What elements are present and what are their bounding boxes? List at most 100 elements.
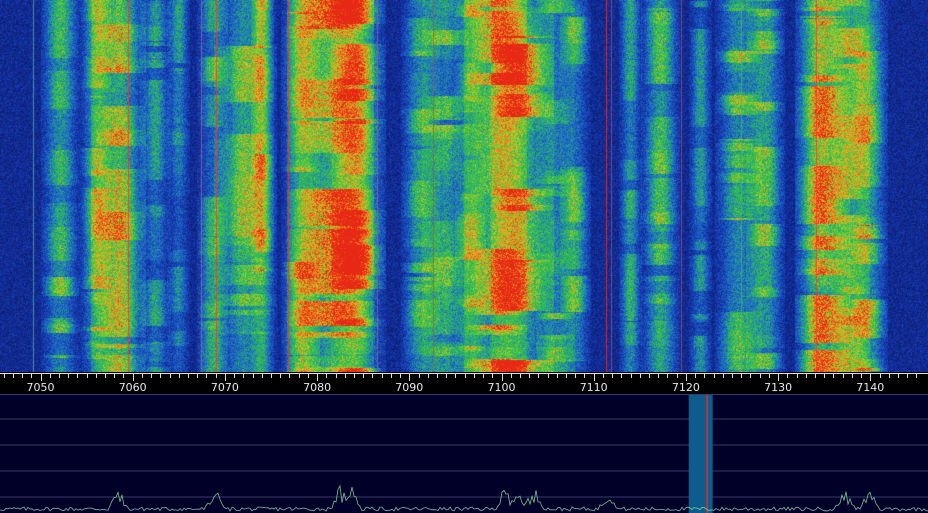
axis-tick: [695, 374, 696, 378]
axis-tick: [824, 374, 825, 378]
tick-label-7120: 7120: [671, 381, 700, 394]
axis-tick: [225, 374, 226, 381]
axis-tick: [714, 374, 715, 378]
axis-tick: [31, 374, 32, 378]
axis-tick: [612, 374, 613, 378]
tick-label-7090: 7090: [395, 381, 424, 394]
axis-tick: [170, 374, 171, 378]
axis-tick: [41, 374, 42, 381]
axis-tick: [299, 374, 300, 378]
axis-tick: [419, 374, 420, 378]
axis-tick: [474, 374, 475, 378]
axis-tick: [511, 374, 512, 378]
axis-tick: [188, 374, 189, 378]
axis-tick: [704, 374, 705, 378]
tick-label-7100: 7100: [487, 381, 516, 394]
axis-tick: [400, 374, 401, 378]
axis-tick: [667, 374, 668, 378]
spectrum-grid: [0, 418, 928, 498]
axis-tick: [852, 374, 853, 378]
axis-tick: [575, 374, 576, 378]
axis-tick: [216, 374, 217, 378]
axis-tick: [197, 374, 198, 378]
axis-tick: [133, 374, 134, 381]
axis-tick: [649, 374, 650, 378]
axis-tick: [179, 374, 180, 378]
axis-tick: [732, 374, 733, 378]
tick-label-7060: 7060: [118, 381, 147, 394]
axis-tick: [50, 374, 51, 378]
axis-tick: [382, 374, 383, 378]
frequency-axis[interactable]: 7050 7060 7070 7080 7090 7100 7110 7120 …: [0, 372, 928, 395]
tick-label-7050: 7050: [26, 381, 55, 394]
axis-tick: [898, 374, 899, 378]
axis-tick: [594, 374, 595, 381]
axis-tick: [520, 374, 521, 378]
axis-tick: [907, 374, 908, 378]
axis-tick: [603, 374, 604, 378]
axis-tick: [409, 374, 410, 381]
axis-tick: [317, 374, 318, 381]
axis-tick: [870, 374, 871, 381]
axis-tick: [234, 374, 235, 378]
axis-tick: [750, 374, 751, 378]
axis-tick: [363, 374, 364, 378]
spectrum-panel[interactable]: [0, 394, 928, 513]
tick-label-7070: 7070: [210, 381, 239, 394]
axis-tick: [114, 374, 115, 378]
axis-tick: [345, 374, 346, 378]
spectrum-trace: [0, 484, 928, 512]
axis-tick: [87, 374, 88, 378]
axis-tick: [769, 374, 770, 378]
axis-tick: [861, 374, 862, 378]
axis-tick: [271, 374, 272, 378]
axis-tick: [880, 374, 881, 378]
axis-tick: [243, 374, 244, 378]
axis-tick: [566, 374, 567, 378]
axis-tick: [723, 374, 724, 378]
axis-tick: [437, 374, 438, 378]
tick-label-7130: 7130: [764, 381, 793, 394]
axis-tick: [4, 374, 5, 378]
axis-tick: [280, 374, 281, 378]
axis-tick: [105, 374, 106, 378]
axis-tick: [123, 374, 124, 378]
axis-tick: [677, 374, 678, 378]
axis-tick: [833, 374, 834, 378]
axis-tick: [372, 374, 373, 378]
axis-tick: [483, 374, 484, 378]
axis-tick: [354, 374, 355, 378]
axis-tick: [631, 374, 632, 378]
axis-tick: [59, 374, 60, 378]
axis-tick: [308, 374, 309, 378]
axis-tick: [843, 374, 844, 378]
axis-tick: [621, 374, 622, 378]
axis-tick: [787, 374, 788, 378]
axis-tick: [160, 374, 161, 378]
axis-tick: [455, 374, 456, 378]
axis-tick: [778, 374, 779, 381]
axis-tick: [336, 374, 337, 378]
tick-label-7080: 7080: [303, 381, 332, 394]
axis-tick: [806, 374, 807, 378]
axis-tick: [262, 374, 263, 378]
axis-tick: [142, 374, 143, 378]
axis-tick: [557, 374, 558, 378]
axis-tick: [538, 374, 539, 378]
axis-tick: [797, 374, 798, 378]
axis-tick: [492, 374, 493, 378]
axis-tick: [584, 374, 585, 378]
axis-tick: [686, 374, 687, 381]
axis-tick: [916, 374, 917, 378]
axis-line: [0, 373, 928, 374]
axis-tick: [22, 374, 23, 378]
axis-tick: [206, 374, 207, 378]
axis-tick: [889, 374, 890, 378]
axis-tick: [326, 374, 327, 378]
axis-tick: [640, 374, 641, 378]
axis-tick: [446, 374, 447, 378]
waterfall-display[interactable]: [0, 0, 928, 372]
axis-tick: [253, 374, 254, 378]
axis-tick: [529, 374, 530, 378]
receiver-passband[interactable]: [688, 395, 713, 513]
